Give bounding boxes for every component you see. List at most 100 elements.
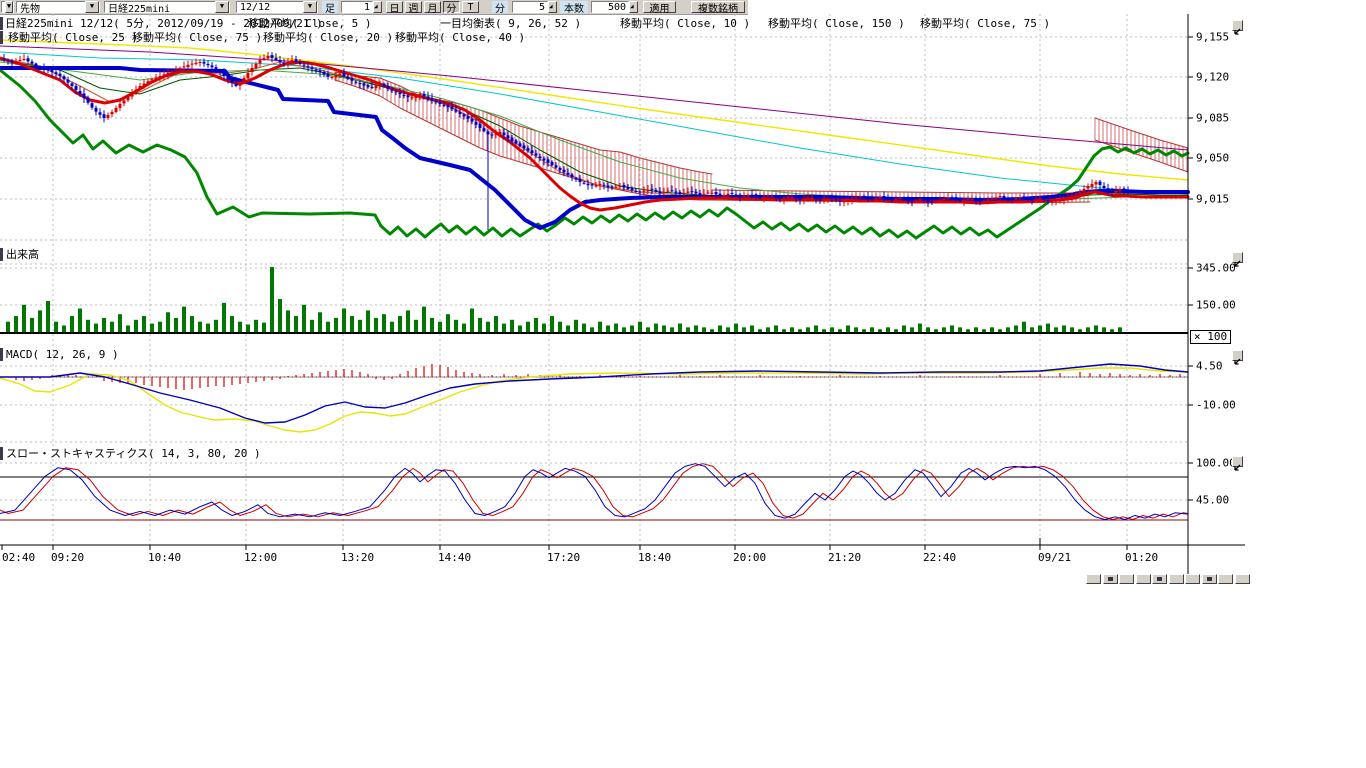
candle-up (747, 195, 750, 196)
volume-bar (438, 322, 442, 333)
mini-toolbar-button[interactable] (1119, 574, 1134, 584)
candle-up (855, 197, 858, 198)
volume-bar (30, 318, 34, 333)
volume-bar (62, 325, 66, 333)
candle-down (639, 191, 642, 192)
volume-bar (110, 322, 114, 333)
mini-toolbar-button[interactable] (1136, 574, 1151, 584)
candle-up (183, 66, 186, 67)
candle-up (971, 199, 974, 200)
candle-down (623, 185, 626, 188)
candle-up (599, 184, 602, 185)
mini-toolbar-button[interactable] (1218, 574, 1233, 584)
mini-toolbar-button[interactable] (1202, 574, 1217, 584)
candle-down (891, 200, 894, 201)
candle-down (795, 198, 798, 199)
volume-bar (382, 314, 386, 333)
stoch-panel-grip (0, 447, 3, 460)
candle-up (1039, 198, 1042, 199)
candle-down (3, 58, 6, 59)
candle-down (435, 101, 438, 103)
candle-down (907, 200, 910, 201)
mini-toolbar-button[interactable] (1152, 574, 1167, 584)
volume-bar (422, 307, 426, 333)
candle-up (811, 198, 814, 199)
candle-down (539, 156, 542, 158)
time-axis-label: 17:20 (547, 551, 580, 564)
candle-up (767, 196, 770, 197)
price-axis-label: 9,085 (1196, 112, 1229, 125)
volume-bar (158, 322, 162, 333)
mini-toolbar-button[interactable] (1086, 574, 1101, 584)
candle-up (1075, 194, 1078, 196)
candle-up (995, 197, 998, 199)
chart-canvas[interactable] (0, 0, 1260, 590)
candle-down (1003, 196, 1006, 198)
volume-bar (86, 320, 90, 333)
candle-down (231, 79, 234, 83)
volume-bar (374, 318, 378, 333)
volume-bar (166, 312, 170, 333)
candle-up (879, 197, 882, 198)
mini-toolbar-button[interactable] (1235, 574, 1250, 584)
candle-up (159, 76, 162, 78)
time-axis-label: 22:40 (923, 551, 956, 564)
volume-bar (350, 316, 354, 333)
volume-bar (462, 324, 466, 333)
mini-toolbar-button[interactable] (1185, 574, 1200, 584)
candle-down (831, 198, 834, 199)
candle-down (635, 191, 638, 192)
candle-down (835, 199, 838, 200)
candle-down (1043, 198, 1046, 200)
candle-up (495, 134, 498, 136)
candle-down (491, 134, 494, 135)
candle-down (587, 184, 590, 185)
candle-up (151, 79, 154, 80)
candle-down (215, 67, 218, 69)
candle-up (1051, 201, 1054, 202)
candle-down (455, 109, 458, 111)
candle-up (195, 63, 198, 64)
panel-collapse-arrow-button[interactable] (1232, 20, 1243, 31)
candle-down (95, 108, 98, 112)
candle-down (583, 183, 586, 184)
candle-up (763, 197, 766, 198)
candle-down (63, 76, 66, 79)
mini-toolbar-button[interactable] (1169, 574, 1184, 584)
candle-down (431, 98, 434, 101)
candle-up (807, 198, 810, 199)
volume-bar (734, 324, 738, 333)
candle-down (923, 200, 926, 201)
candle-down (571, 174, 574, 177)
volume-bar (246, 325, 250, 333)
volume-bar (566, 325, 570, 333)
candle-down (555, 165, 558, 167)
candle-up (143, 84, 146, 86)
volume-bar (814, 325, 818, 333)
volume-bar (358, 320, 362, 333)
candle-down (71, 83, 74, 86)
volume-bar (214, 320, 218, 333)
candle-up (1083, 189, 1086, 192)
candle-up (919, 199, 922, 200)
volume-panel-title: 出来高 (6, 248, 39, 261)
volume-bar (518, 325, 522, 333)
panel-collapse-arrow-button[interactable] (1232, 252, 1243, 263)
candle-down (399, 92, 402, 94)
candle-down (503, 133, 506, 136)
candle-up (131, 93, 134, 96)
mini-toolbar-button[interactable] (1103, 574, 1118, 584)
candle-down (223, 72, 226, 76)
stoch-axis-label: 100.00 (1196, 457, 1236, 470)
volume-bar (294, 316, 298, 333)
candle-up (939, 200, 942, 201)
candle-down (1127, 190, 1130, 193)
candle-up (851, 198, 854, 199)
legend-item: 移動平均( Close, 40 ) (395, 31, 525, 44)
volume-bar (38, 310, 42, 333)
candle-up (723, 195, 726, 196)
candle-down (871, 198, 874, 199)
panel-collapse-arrow-button[interactable] (1232, 350, 1243, 361)
panel-collapse-arrow-button[interactable] (1232, 456, 1243, 467)
candle-up (123, 100, 126, 103)
